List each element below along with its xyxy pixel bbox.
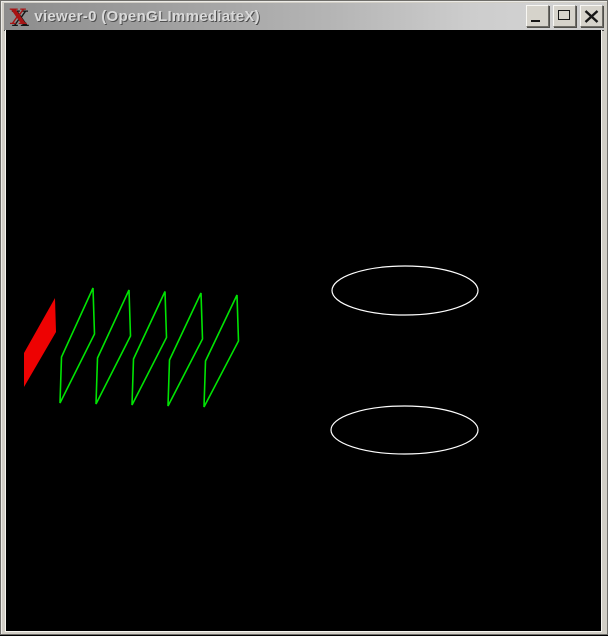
minimize-button[interactable] xyxy=(526,5,549,27)
x11-logo-icon[interactable]: X xyxy=(10,6,27,27)
window-controls xyxy=(526,5,603,27)
close-icon xyxy=(584,10,599,28)
titlebar[interactable]: X viewer-0 (OpenGLImmediateX) xyxy=(4,3,604,31)
maximize-icon xyxy=(558,10,570,20)
window-frame: X viewer-0 (OpenGLImmediateX) xyxy=(0,0,608,635)
window-title: viewer-0 (OpenGLImmediateX) xyxy=(34,8,260,25)
minimize-icon xyxy=(531,20,540,22)
maximize-button[interactable] xyxy=(553,5,576,27)
close-button[interactable] xyxy=(580,5,603,27)
opengl-viewport[interactable] xyxy=(5,30,602,632)
